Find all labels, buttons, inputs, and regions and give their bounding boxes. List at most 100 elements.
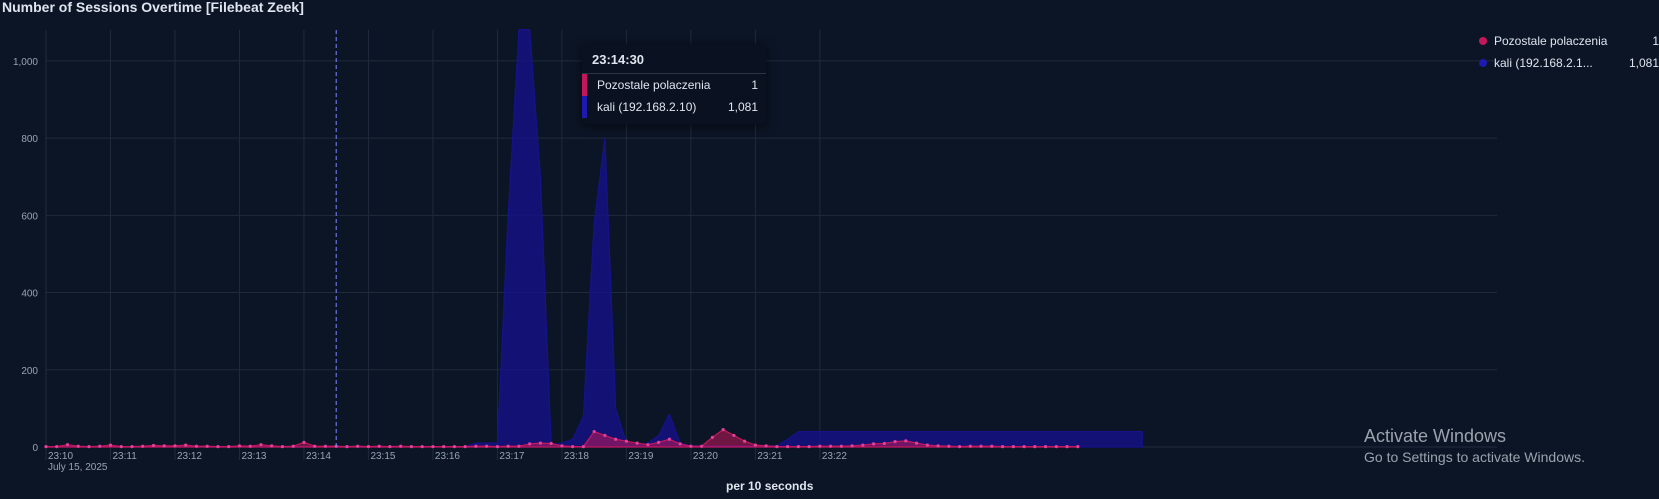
data-point [796,445,800,449]
data-point [173,444,177,448]
legend-value: 1,081 [1628,56,1659,70]
legend-swatch [1479,59,1487,67]
tooltip-row-kali: kali (192.168.2.10) 1,081 [582,96,766,118]
tooltip-time: 23:14:30 [582,52,766,74]
data-point [248,444,252,448]
data-point [55,445,59,449]
data-point [1065,445,1069,449]
data-point [162,444,166,448]
data-point [818,444,822,448]
data-point [506,444,510,448]
data-point [463,445,467,449]
data-point [119,445,123,449]
data-point [968,444,972,448]
data-point [1011,445,1015,449]
data-point [205,444,209,448]
data-point [1000,445,1005,449]
data-point [44,445,48,449]
legend-item-pozostale[interactable]: Pozostale polaczenia 1 [1479,30,1659,52]
data-point [1043,445,1048,449]
data-point [603,433,607,438]
data-point [1054,445,1058,449]
legend-item-kali[interactable]: kali (192.168.2.1... 1,081 [1479,52,1659,74]
x-tick-label: 23:20 [693,451,718,462]
data-point [549,441,553,446]
data-point [678,442,682,446]
x-tick-label: 23:11 [112,451,137,462]
x-axis-title: per 10 seconds [726,479,814,493]
data-point [710,435,714,439]
x-tick-label: 23:19 [628,451,653,462]
data-point [721,428,725,432]
y-tick-label: 400 [21,289,38,300]
data-point [184,443,188,447]
data-point [474,444,478,448]
data-point [323,444,328,448]
tooltip-swatch [582,96,587,118]
data-point [356,444,360,448]
data-point [259,443,263,447]
data-point [108,443,113,447]
data-point [87,445,91,449]
data-point [786,445,790,449]
tooltip-value: 1 [751,78,758,92]
data-point [689,444,693,448]
data-point [732,433,736,438]
data-point [560,444,564,448]
data-point [753,443,757,447]
data-point [431,445,435,449]
x-tick-label: 23:21 [757,451,782,462]
data-point [979,444,983,448]
data-point [65,443,70,447]
tooltip-label: Pozostale polaczenia [597,78,711,92]
data-point [194,444,199,448]
data-point [409,445,414,449]
data-point [861,443,865,447]
data-point [1033,445,1037,449]
x-axis: 23:10 23:11 23:12 23:13 23:14 23:15 23:16 23:17… [48,451,847,473]
x-tick-label: 23:18 [564,451,589,462]
sessions-chart[interactable]: 02004006008001,000 23:10 23:11 23:12 23:13 2… [0,0,1659,499]
y-tick-label: 200 [21,366,38,377]
data-point [882,441,886,446]
data-point [1022,445,1026,449]
legend-label: Pozostale polaczenia [1494,34,1608,48]
y-tick-label: 0 [32,443,38,454]
data-point [581,445,586,449]
data-point [571,445,575,449]
data-point [764,444,768,448]
data-point [388,445,392,449]
legend-value: 1 [1652,34,1659,48]
data-point [1076,445,1080,449]
tooltip-value: 1,081 [727,100,758,114]
data-point [227,445,231,449]
y-axis: 0 200 400 600 800 1,000 [13,57,38,454]
data-point [291,444,295,448]
data-point [657,440,661,444]
data-point [420,445,424,449]
data-point [743,439,747,443]
data-point [313,444,317,448]
tooltip-swatch [582,74,587,96]
watermark-line2: Go to Settings to activate Windows. [1364,449,1585,465]
data-point [807,445,811,449]
data-point [345,445,349,449]
data-point [775,445,779,449]
data-point [237,444,242,448]
data-point [839,444,843,448]
data-point [270,444,274,448]
y-tick-label: 600 [21,211,38,222]
data-point [485,444,489,448]
data-point [399,444,403,448]
data-point [667,437,671,441]
x-tick-label: 23:12 [177,451,202,462]
tooltip-row-pozostale: Pozostale polaczenia 1 [582,74,766,96]
data-point [624,439,629,443]
data-point [377,444,381,448]
data-point [936,444,940,448]
chart-tooltip: 23:14:30 Pozostale polaczenia 1 kali (19… [582,44,766,124]
data-point [592,429,596,434]
x-tick-label: 23:17 [499,451,524,462]
data-point [495,445,500,449]
x-tick-label: 23:14 [306,451,331,462]
